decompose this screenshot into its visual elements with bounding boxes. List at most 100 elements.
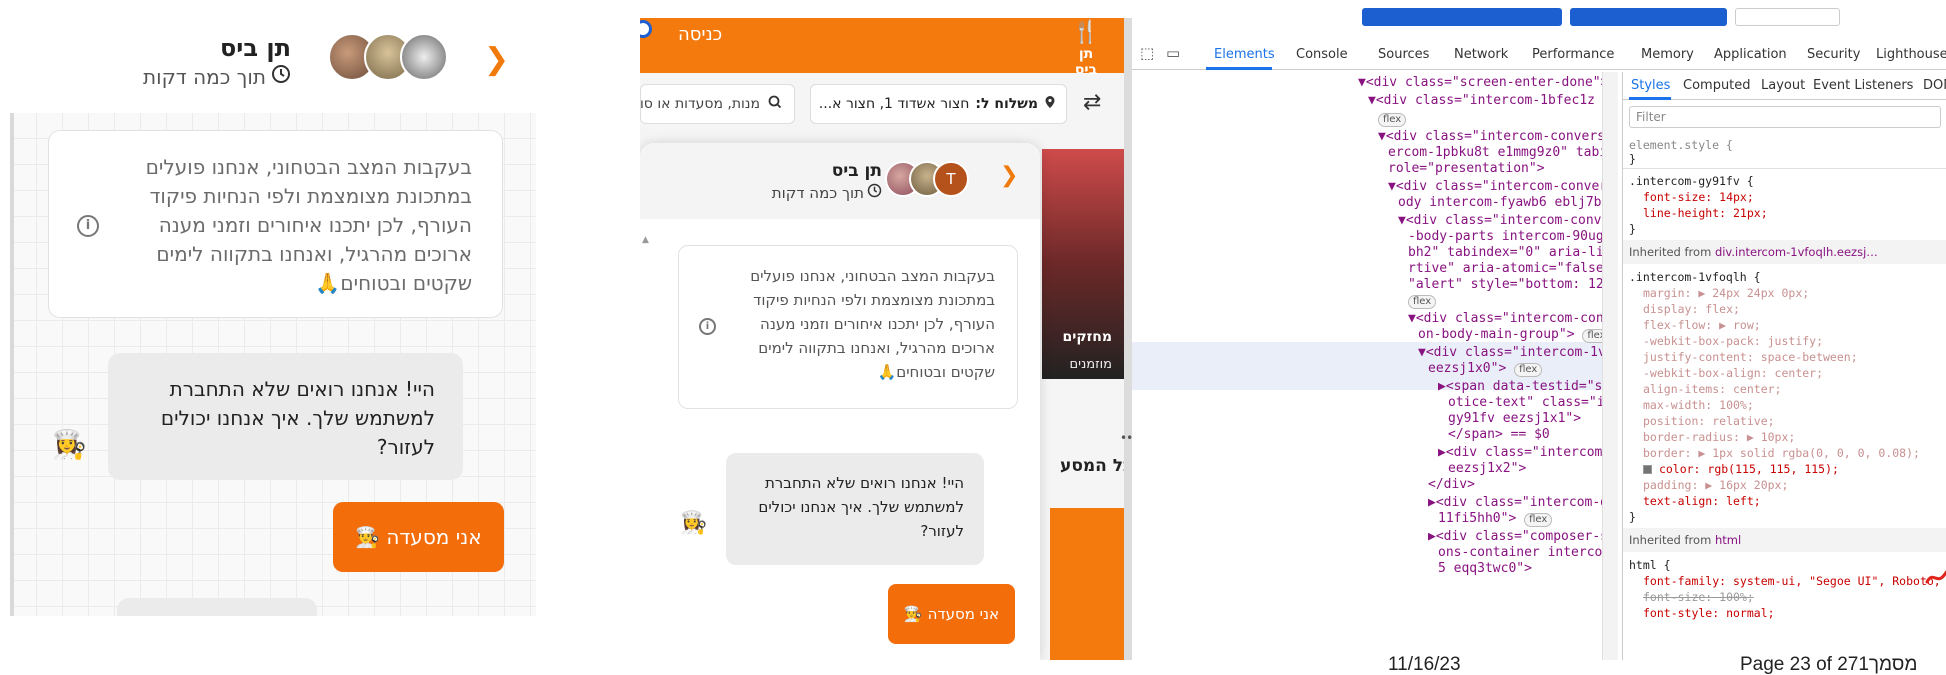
dom-line[interactable]: ▼<div class="intercom-conversat [1398, 213, 1618, 229]
dom-line[interactable]: eezsj1x2"> [1448, 461, 1526, 477]
notice-card: בעקבות המצב הבטחוני, אנחנו פועלים במתכונ… [48, 130, 503, 318]
restaurant-card[interactable] [1050, 508, 1124, 660]
tab-application[interactable]: Application [1714, 47, 1787, 62]
css-property[interactable]: border: ▶ 1px solid rgba(0, 0, 0, 0.08); [1643, 446, 1920, 460]
fork-knife-icon: 🍴 [1072, 20, 1100, 45]
delivery-address-select[interactable]: משלוח ל: חצור אשדוד 1, חצור א... ⌄ [810, 84, 1067, 124]
css-property[interactable]: position: relative; [1643, 414, 1775, 428]
dom-line[interactable]: </span> == $0 [1448, 427, 1550, 443]
dom-line[interactable]: eezsj1x0"> flex [1428, 361, 1543, 377]
dom-line[interactable]: -body-parts intercom-90ug9k e [1408, 229, 1618, 245]
dom-line[interactable]: role="presentation"> [1388, 161, 1545, 177]
dom-line[interactable]: rtive" aria-atomic="false" rol [1408, 261, 1618, 277]
dom-line[interactable]: otice-text" class="interc [1448, 395, 1618, 411]
clock-icon [271, 64, 291, 89]
page-button[interactable] [1735, 8, 1840, 26]
css-property[interactable]: border-radius: ▶ 10px; [1643, 430, 1795, 444]
element-style-rule: element.style { [1629, 138, 1733, 152]
css-property[interactable]: font-size: 14px; [1643, 190, 1754, 204]
css-property[interactable]: margin: ▶ 24px 24px 0px; [1643, 286, 1809, 300]
tab-network[interactable]: Network [1454, 47, 1508, 62]
css-property[interactable]: align-items: center; [1643, 382, 1781, 396]
css-property[interactable]: font-family: system-ui, "Segoe UI", Robo… [1643, 574, 1941, 588]
footer-page-number: Page 23 of 271מסמך [1740, 654, 1918, 675]
tab-console[interactable]: Console [1296, 47, 1348, 62]
dom-line[interactable]: ▼<div class="intercom-1vfoq [1418, 345, 1618, 361]
tab-layout[interactable]: Layout [1761, 78, 1805, 93]
widget-response-time: תוך כמה דקות [771, 183, 864, 202]
dom-line[interactable]: </div> [1428, 477, 1475, 493]
inspect-icon[interactable]: ⬚ [1140, 44, 1154, 62]
css-property-color[interactable]: color: rgb(115, 115, 115); [1643, 462, 1839, 476]
filter-input[interactable]: Filter [1629, 106, 1941, 128]
dom-line[interactable]: ▶<div class="composer-sugge [1428, 529, 1618, 545]
user-choice-button[interactable]: אני מסעדה 👨‍🍳 [333, 502, 504, 572]
chevron-down-icon: ⌄ [811, 96, 813, 112]
chevron-back-icon[interactable]: ❯ [484, 42, 509, 77]
css-property[interactable]: line-height: 21px; [1643, 206, 1768, 220]
tab-memory[interactable]: Memory [1641, 47, 1694, 62]
dom-line[interactable]: "alert" style="bottom: 121px;" [1408, 277, 1618, 293]
dom-line-selected[interactable]: ▶<span data-testid="specia [1438, 379, 1618, 395]
css-property[interactable]: -webkit-box-align: center; [1643, 366, 1823, 380]
dom-line[interactable]: ▶<div class="intercom-dj4xv [1428, 495, 1618, 511]
dom-line[interactable]: ons-container intercom-1tt [1438, 545, 1618, 561]
dom-line[interactable]: on-body-main-group"> flex [1418, 327, 1611, 343]
hero-banner[interactable]: מחזקים מוזמנים [1042, 149, 1124, 379]
widget-agent-avatars: T [885, 161, 975, 201]
dom-line[interactable]: ▶<div class="intercom-1qhn [1438, 445, 1618, 461]
user-choice-label: אני מסעדה [386, 525, 482, 549]
dom-line[interactable]: ▼<div class="intercom-1bfec1z e9u16d [1368, 93, 1618, 109]
device-toggle-icon[interactable]: ▭ [1166, 44, 1180, 62]
tab-security[interactable]: Security [1807, 47, 1860, 62]
dom-line[interactable]: ▼<div class="intercom-conversation [1378, 129, 1618, 145]
widget-bot-text: היי! אנחנו רואים שלא התחברת למשתמש שלך. … [758, 474, 964, 540]
top-bar: כניסה 🍴 תן ביס [640, 18, 1124, 78]
color-swatch[interactable] [1643, 465, 1652, 474]
chef-icon: 👨‍🍳 [903, 605, 923, 623]
logo-text: תן ביס [1074, 46, 1098, 78]
css-property[interactable]: max-width: 100%; [1643, 398, 1754, 412]
tab-styles[interactable]: Styles [1631, 78, 1670, 93]
tab-sources[interactable]: Sources [1378, 47, 1429, 62]
tab-dom[interactable]: DOM [1923, 78, 1946, 93]
inherited-header: Inherited from html [1623, 528, 1946, 552]
dom-line[interactable]: flex [1408, 293, 1437, 309]
css-property[interactable]: display: flex; [1643, 302, 1740, 316]
tab-computed[interactable]: Computed [1683, 78, 1751, 93]
tab-performance[interactable]: Performance [1532, 47, 1614, 62]
dom-line[interactable]: ▼<div class="intercom-conversatio [1388, 179, 1618, 195]
login-link[interactable]: כניסה [678, 24, 722, 45]
search-input[interactable]: מנות, מסעדות או סו [640, 84, 795, 124]
widget-notice-text: בעקבות המצב הבטחוני, אנחנו פועלים במתכונ… [750, 267, 995, 381]
dom-line[interactable]: gy91fv eezsj1x1"> [1448, 411, 1581, 427]
css-property[interactable]: font-style: normal; [1643, 606, 1775, 620]
scroll-up-icon[interactable]: ▲ [642, 235, 649, 245]
panel-resizer[interactable]: ••• [1120, 18, 1139, 660]
widget-user-choice-button[interactable]: אני מסעדה 👨‍🍳 [888, 584, 1015, 644]
css-property[interactable]: justify-content: space-between; [1643, 350, 1858, 364]
chevron-back-icon[interactable]: ❯ [1000, 163, 1018, 188]
tab-lighthouse[interactable]: Lighthouse [1876, 47, 1946, 62]
tab-event-listeners[interactable]: Event Listeners [1813, 78, 1913, 93]
dom-line[interactable]: ▼<div class="intercom-convers [1408, 311, 1618, 327]
css-property[interactable]: padding: ▶ 16px 20px; [1643, 478, 1788, 492]
css-property-overridden[interactable]: font-size: 100%; [1643, 590, 1754, 604]
dom-line[interactable]: ody intercom-fyawb6 eblj7bh0"> [1398, 195, 1618, 211]
dom-line[interactable]: ▼<div class="screen-enter-done"> flex [1358, 75, 1618, 91]
swap-icon[interactable]: ⇄ [1083, 90, 1101, 115]
page-button[interactable] [1570, 8, 1727, 26]
css-property-text-align[interactable]: text-align: left; [1643, 494, 1761, 508]
accessibility-icon[interactable] [640, 20, 652, 38]
tab-elements[interactable]: Elements [1214, 47, 1275, 62]
page-button[interactable] [1362, 8, 1562, 26]
dom-line[interactable]: flex [1378, 111, 1407, 127]
dom-line[interactable]: bh2" tabindex="0" aria-live=" [1408, 245, 1618, 261]
dom-line[interactable]: ercom-1pbku8t e1mmg9z0" tabindex=" [1388, 145, 1618, 161]
rule-selector: html { [1629, 558, 1671, 572]
scrollbar[interactable] [1602, 72, 1618, 660]
css-property[interactable]: flex-flow: ▶ row; [1643, 318, 1761, 332]
css-property[interactable]: -webkit-box-pack: justify; [1643, 334, 1823, 348]
dom-line[interactable]: 11fi5hh0"> flex [1438, 511, 1553, 527]
dom-line[interactable]: 5 eqq3twc0"> [1438, 561, 1532, 577]
